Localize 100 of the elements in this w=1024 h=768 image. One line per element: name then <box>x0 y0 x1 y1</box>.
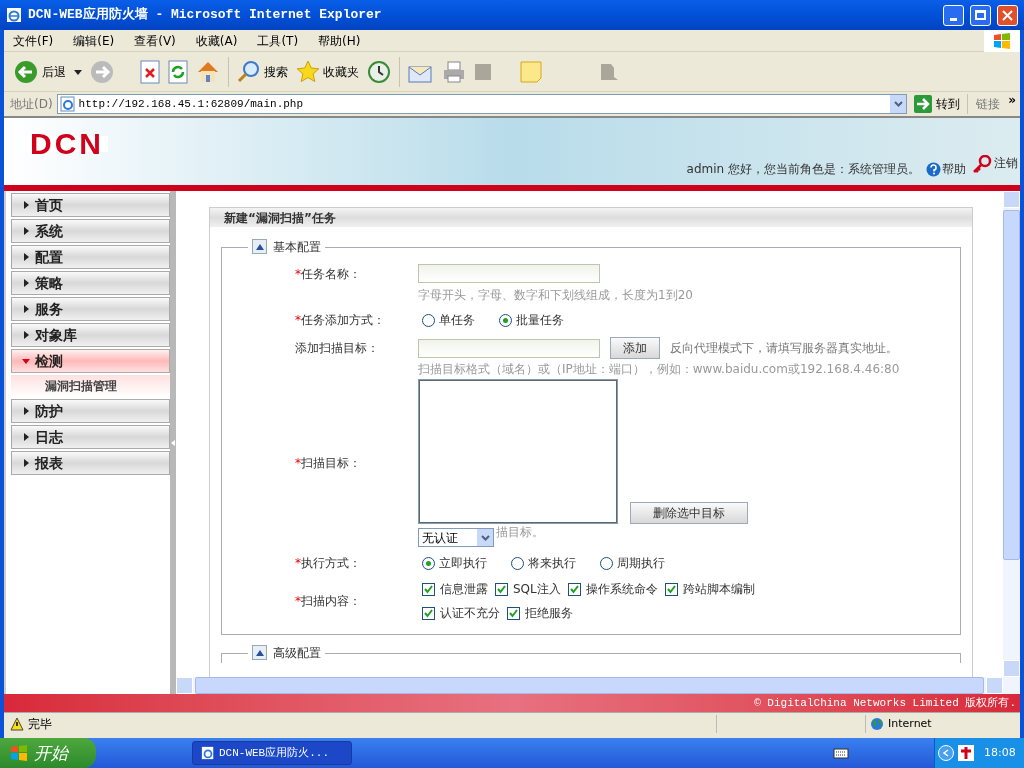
required-mark: * <box>295 594 301 608</box>
target-field[interactable] <box>418 338 600 358</box>
menu-item[interactable]: 编辑(E) <box>70 32 118 49</box>
checkbox[interactable] <box>507 606 520 620</box>
radio-button[interactable] <box>422 313 435 327</box>
checkbox-option[interactable]: 跨站脚本编制 <box>664 582 755 596</box>
checkbox-option[interactable]: 操作系统命令 <box>567 582 658 596</box>
dropdown-icon[interactable] <box>890 95 907 113</box>
caret-right-icon <box>22 407 30 415</box>
sidebar-item[interactable]: 配置 <box>11 245 170 269</box>
sidebar-item[interactable]: 系统 <box>11 219 170 243</box>
targets-list[interactable] <box>418 379 618 524</box>
menu-item[interactable]: 查看(V) <box>131 32 179 49</box>
radio-option[interactable]: 将来执行 <box>511 556 576 570</box>
address-field[interactable]: http://192.168.45.1:62809/main.php <box>56 94 908 114</box>
sidebar-subitem[interactable]: 漏洞扫描管理 <box>11 375 170 397</box>
page-icon <box>201 746 215 760</box>
chevron-text[interactable]: » <box>1008 92 1020 108</box>
sidebar-item[interactable]: 对象库 <box>11 323 170 347</box>
sidebar-item[interactable]: 防护 <box>11 399 170 423</box>
collapse-toggle[interactable] <box>252 645 267 660</box>
auth-select[interactable]: 无认证 <box>418 528 494 547</box>
add-button[interactable]: 添加 <box>610 337 660 359</box>
radio-option[interactable]: 立即执行 <box>422 556 487 570</box>
radio-option[interactable]: 批量任务 <box>499 312 564 328</box>
caret-right-icon <box>22 331 30 339</box>
caret-up-icon <box>255 649 264 656</box>
checkbox[interactable] <box>567 582 581 596</box>
keyboard-icon[interactable] <box>833 747 849 759</box>
taskbar-window-button[interactable]: DCN-WEB应用防火... <box>192 741 352 765</box>
collapse-toggle[interactable] <box>252 239 267 254</box>
help-icon <box>926 161 941 177</box>
refresh-icon[interactable] <box>168 59 188 84</box>
menu-item[interactable]: 帮助(H) <box>315 32 364 49</box>
task-name-field[interactable] <box>418 264 600 283</box>
close-icon <box>1002 9 1013 21</box>
sidebar-item[interactable]: 策略 <box>11 271 170 295</box>
sidebar-item[interactable]: 日志 <box>11 425 170 449</box>
delete-selected-button[interactable]: 删除选中目标 <box>630 502 748 524</box>
required-mark: * <box>295 267 301 281</box>
tray-app-icon[interactable] <box>958 745 974 761</box>
maximize-button[interactable] <box>970 4 991 26</box>
star-icon <box>296 59 320 84</box>
menu-item[interactable]: 工具(T) <box>254 32 302 49</box>
sidebar-item[interactable]: 检测 <box>11 349 170 373</box>
menu-item[interactable]: 收藏(A) <box>192 32 241 49</box>
vertical-scrollbar[interactable] <box>1003 191 1020 677</box>
logout-link[interactable]: 注销 <box>972 155 1018 173</box>
browser-icon <box>6 7 22 23</box>
printer-icon[interactable] <box>442 59 466 84</box>
menu-item[interactable]: 文件(F) <box>10 32 57 49</box>
sidebar-item[interactable]: 首页 <box>11 193 170 217</box>
horizontal-scrollbar[interactable] <box>176 677 1020 694</box>
caret-right-icon <box>22 459 30 467</box>
start-button[interactable]: 开始 <box>0 738 96 768</box>
radio-button[interactable] <box>499 313 512 327</box>
field-label: 添加扫描目标： <box>295 341 379 355</box>
required-mark: * <box>295 313 301 327</box>
zone-text: Internet <box>888 715 933 732</box>
checkbox[interactable] <box>422 582 435 596</box>
checkbox-option[interactable]: 认证不充分 <box>422 606 500 620</box>
chevron-left-icon[interactable] <box>938 745 954 761</box>
caret-down-icon <box>22 357 30 365</box>
field-label: 任务添加方式： <box>301 313 385 327</box>
caret-up-icon <box>255 243 264 250</box>
home-icon[interactable] <box>196 59 220 84</box>
radio-option[interactable]: 周期执行 <box>600 556 665 570</box>
caret-right-icon <box>22 201 30 209</box>
radio-button[interactable] <box>511 556 524 570</box>
checkbox[interactable] <box>664 582 678 596</box>
go-button[interactable]: 转到 <box>911 95 964 113</box>
search-button[interactable]: 搜索 <box>237 59 288 84</box>
caret-down-icon <box>74 67 82 76</box>
checkbox[interactable] <box>422 606 435 620</box>
caret-right-icon <box>22 305 30 313</box>
sidebar-item[interactable]: 服务 <box>11 297 170 321</box>
hint-text: 字母开头，字母、数字和下划线组成，长度为1到20 <box>418 288 693 302</box>
links-label[interactable]: 链接 <box>972 96 1005 112</box>
hint-text: 扫描目标格式（域名）或（IP地址：端口），例如：www.baidu.com或192.168.4.46:80 <box>418 362 900 376</box>
radio-button[interactable] <box>600 556 613 570</box>
windows-logo-icon <box>10 745 28 761</box>
arrow-right-icon <box>914 95 933 113</box>
stop-icon[interactable] <box>140 59 160 84</box>
help-link[interactable]: 帮助 <box>926 161 966 177</box>
checkbox[interactable] <box>495 582 508 596</box>
checkbox-option[interactable]: 信息泄露 <box>422 582 488 596</box>
minimize-button[interactable] <box>943 4 964 26</box>
radio-button[interactable] <box>422 556 435 570</box>
section-title: 基本配置 <box>273 239 321 254</box>
caret-right-icon <box>22 253 30 261</box>
close-button[interactable] <box>997 4 1018 26</box>
radio-option[interactable]: 单任务 <box>422 312 475 328</box>
checkbox-option[interactable]: 拒绝服务 <box>507 606 573 620</box>
sidebar-item[interactable]: 报表 <box>11 451 170 475</box>
checkbox-option[interactable]: SQL注入 <box>495 582 561 596</box>
copyright-text: © DigitalChina Networks Limited 版权所有. <box>754 696 1016 711</box>
windows-logo-icon <box>984 29 1020 52</box>
history-icon[interactable] <box>367 59 391 84</box>
favorites-button[interactable]: 收藏夹 <box>296 59 359 84</box>
back-button[interactable]: 后退 <box>14 59 66 84</box>
